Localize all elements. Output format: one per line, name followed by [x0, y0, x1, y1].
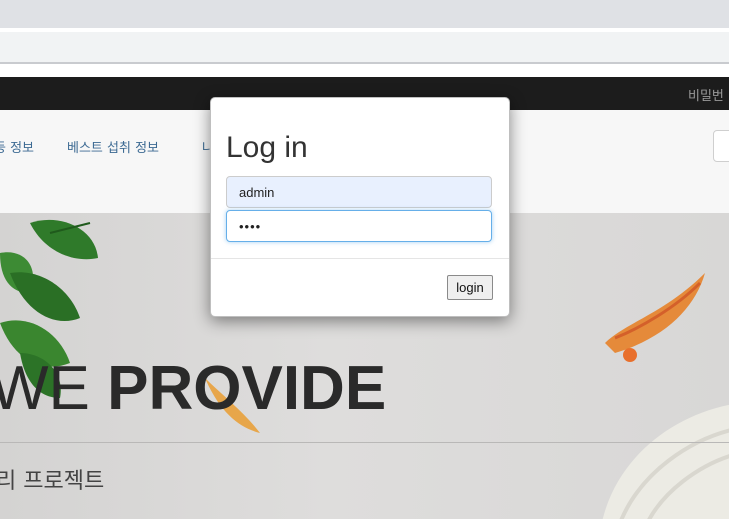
browser-address-bar[interactable]	[0, 32, 729, 62]
nav-item-1[interactable]: 등 정보	[0, 137, 34, 156]
hero-heading-bold: PROVIDE	[107, 354, 387, 423]
login-modal: Log in login	[210, 97, 510, 317]
username-field[interactable]	[226, 176, 492, 208]
petal-image	[605, 273, 705, 362]
password-field[interactable]	[226, 210, 492, 242]
bowl-image	[602, 405, 729, 519]
browser-tab-strip	[0, 0, 729, 28]
login-button[interactable]: login	[447, 275, 493, 300]
search-input[interactable]	[713, 130, 729, 162]
page-top-gap	[0, 64, 729, 77]
modal-title: Log in	[226, 131, 308, 164]
modal-divider	[211, 258, 509, 259]
hero-subtitle: 리 프로젝트	[0, 469, 105, 494]
topbar-password-link[interactable]: 비밀번	[688, 85, 724, 104]
hero-divider	[0, 442, 729, 443]
nav-item-best-intake[interactable]: 베스트 섭취 정보	[67, 137, 159, 156]
hero-heading: WE PROVIDE	[0, 353, 386, 424]
hero-heading-light: WE	[0, 354, 108, 423]
